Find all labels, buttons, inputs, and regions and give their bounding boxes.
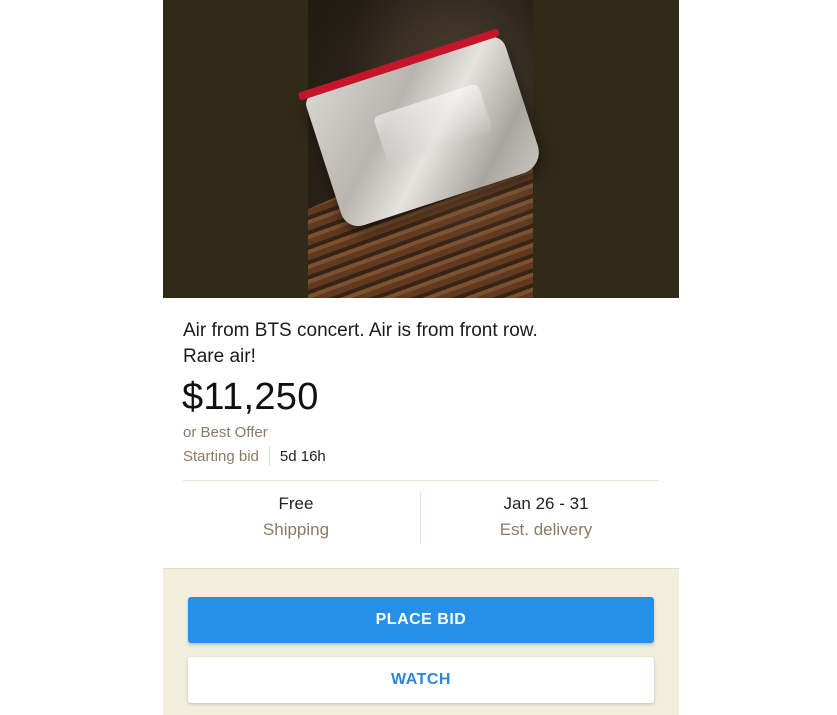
divider: [183, 480, 659, 481]
best-offer-label: or Best Offer: [183, 424, 268, 441]
delivery-info: Jan 26 - 31 Est. delivery: [427, 492, 665, 544]
bid-info-row: Starting bid 5d 16h: [183, 446, 326, 466]
shipping-label: Shipping: [262, 520, 330, 539]
shipping-cost: Free: [278, 494, 314, 513]
listing-price: $11,250: [182, 376, 319, 418]
listing-title: Air from BTS concert. Air is from front …: [183, 320, 538, 367]
photo-image: [297, 0, 545, 298]
listing-card: Air from BTS concert. Air is from front …: [163, 0, 679, 715]
action-footer: PLACE BID WATCH: [163, 568, 679, 715]
delivery-label: Est. delivery: [499, 520, 593, 539]
divider: [268, 446, 270, 466]
watch-button[interactable]: WATCH: [188, 657, 654, 703]
place-bid-button[interactable]: PLACE BID: [188, 597, 654, 643]
starting-bid-label: Starting bid: [183, 447, 259, 465]
listing-photo[interactable]: [163, 0, 679, 298]
shipping-info: Free Shipping: [177, 492, 415, 544]
divider: [420, 492, 421, 544]
delivery-dates: Jan 26 - 31: [503, 494, 589, 513]
time-left: 5d 16h: [279, 447, 326, 465]
